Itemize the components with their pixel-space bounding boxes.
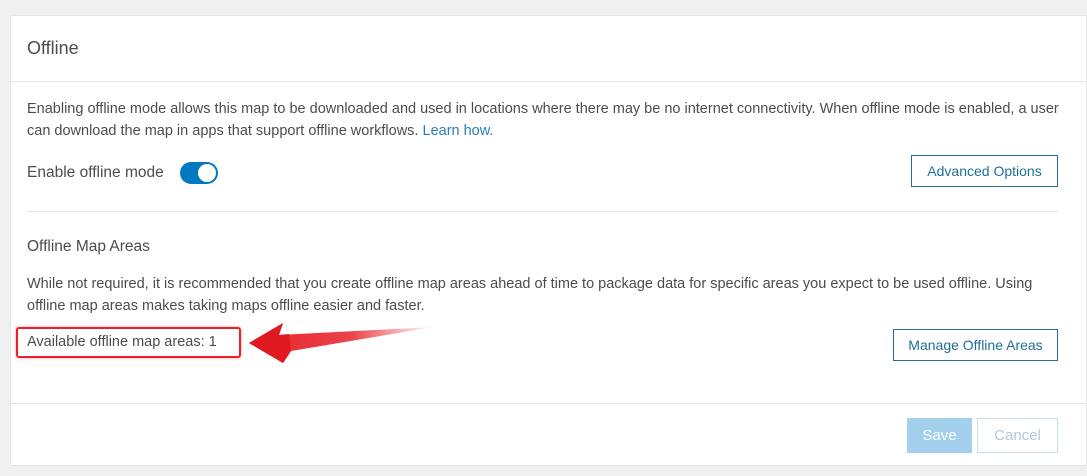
offline-mode-description-text: Enabling offline mode allows this map to…: [27, 101, 1059, 139]
offline-map-areas-title: Offline Map Areas: [27, 238, 150, 255]
panel-title: Offline: [27, 38, 79, 58]
annotation-highlight-box: [16, 327, 241, 358]
learn-how-link[interactable]: Learn how.: [423, 123, 494, 139]
offline-map-areas-description: While not required, it is recommended th…: [27, 276, 1033, 314]
save-button[interactable]: Save: [907, 418, 972, 453]
advanced-options-button[interactable]: Advanced Options: [911, 155, 1058, 187]
footer-divider: [11, 403, 1086, 404]
manage-offline-areas-button[interactable]: Manage Offline Areas: [893, 329, 1058, 361]
offline-mode-description: Enabling offline mode allows this map to…: [27, 98, 1067, 142]
panel-header: Offline: [11, 16, 1086, 82]
enable-offline-label: Enable offline mode: [27, 164, 164, 181]
offline-settings-panel: Offline Enabling offline mode allows thi…: [10, 15, 1087, 466]
cancel-button[interactable]: Cancel: [977, 418, 1058, 453]
section-divider: [27, 211, 1058, 212]
enable-offline-row: Enable offline mode: [27, 162, 218, 184]
toggle-knob: [197, 164, 216, 182]
annotation-arrow-icon: [249, 323, 434, 363]
enable-offline-toggle[interactable]: [179, 162, 218, 184]
